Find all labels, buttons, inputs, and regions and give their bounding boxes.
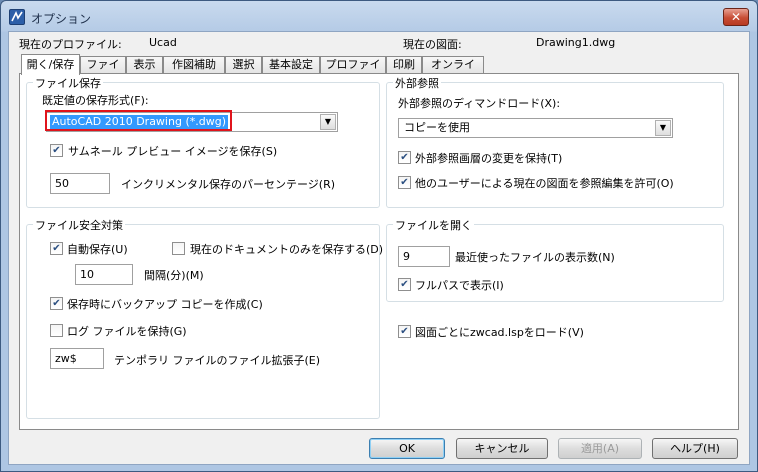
keep-layer-changes-checkbox[interactable]: ✔: [398, 151, 411, 164]
temp-extension-label: テンポラリ ファイルのファイル拡張子(E): [114, 354, 321, 367]
incremental-save-input[interactable]: 50: [50, 173, 110, 194]
allow-edit-checkbox[interactable]: ✔: [398, 176, 411, 189]
autosave-label: 自動保存(U): [67, 243, 128, 256]
full-path-label: フルパスで表示(I): [415, 279, 504, 292]
dialog-client-area: 現在のプロファイル: Ucad 現在の図面: Drawing1.dwg 開く/保…: [8, 31, 750, 465]
autosave-checkbox[interactable]: ✔: [50, 242, 63, 255]
demand-load-value: コピーを使用: [404, 121, 470, 134]
tab-files[interactable]: ファイル: [80, 56, 126, 87]
cancel-button[interactable]: キャンセル: [456, 438, 548, 459]
options-dialog: オプション ✕ 現在のプロファイル: Ucad 現在の図面: Drawing1.…: [0, 0, 758, 472]
thumbnail-checkbox[interactable]: ✔: [50, 144, 63, 157]
app-icon: [9, 9, 25, 25]
tab-selection[interactable]: 選択: [225, 56, 262, 74]
tab-drafting[interactable]: 作図補助: [163, 56, 225, 74]
tab-display[interactable]: 表示: [126, 56, 163, 74]
tab-plot[interactable]: 印刷: [386, 56, 422, 74]
backup-checkbox[interactable]: ✔: [50, 297, 63, 310]
group-title-xref: 外部参照: [393, 75, 441, 91]
window-title: オプション: [31, 12, 92, 26]
allow-edit-label: 他のユーザーによる現在の図面を参照編集を許可(O): [415, 177, 674, 190]
recent-files-count-input[interactable]: 9: [398, 246, 450, 267]
full-path-checkbox[interactable]: ✔: [398, 278, 411, 291]
load-lsp-checkbox[interactable]: ✔: [398, 325, 411, 338]
current-drawing-label: 現在の図面:: [403, 38, 462, 51]
group-title-file-safety: ファイル安全対策: [33, 217, 125, 233]
load-lsp-label: 図面ごとにzwcad.lspをロード(V): [415, 326, 584, 339]
temp-extension-input[interactable]: zw$: [50, 348, 104, 369]
tab-system[interactable]: 基本設定: [262, 56, 320, 74]
group-title-file-open: ファイルを開く: [393, 217, 474, 233]
checkmark-icon: ✔: [400, 326, 409, 337]
close-icon: ✕: [730, 10, 742, 24]
annotation-highlight-box: [45, 110, 232, 131]
log-file-checkbox[interactable]: [50, 324, 63, 337]
ok-button[interactable]: OK: [369, 438, 445, 459]
autosave-interval-input[interactable]: 10: [75, 264, 133, 285]
checkmark-icon: ✔: [52, 243, 61, 254]
chevron-down-icon[interactable]: ▼: [320, 114, 336, 130]
tab-profiles[interactable]: プロファイル: [320, 56, 386, 87]
apply-button[interactable]: 適用(A): [558, 438, 642, 459]
checkmark-icon: ✔: [400, 177, 409, 188]
recent-files-count-label: 最近使ったファイルの表示数(N): [455, 251, 615, 264]
save-format-label: 既定値の保存形式(F):: [42, 94, 149, 107]
current-drawing-value: Drawing1.dwg: [536, 36, 616, 49]
tab-open-save[interactable]: 開く/保存: [21, 54, 80, 75]
keep-layer-changes-label: 外部参照画層の変更を保持(T): [415, 152, 563, 165]
current-profile-label: 現在のプロファイル:: [19, 38, 122, 51]
tab-panel-open-save: ファイル保存 既定値の保存形式(F): AutoCAD 2010 Drawing…: [19, 73, 739, 430]
checkmark-icon: ✔: [52, 145, 61, 156]
close-button[interactable]: ✕: [723, 8, 749, 26]
checkmark-icon: ✔: [400, 152, 409, 163]
current-profile-value: Ucad: [149, 36, 177, 49]
demand-load-select[interactable]: コピーを使用 ▼: [398, 118, 673, 138]
backup-label: 保存時にバックアップ コピーを作成(C): [67, 298, 263, 311]
log-file-label: ログ ファイルを保持(G): [67, 325, 187, 338]
chevron-down-icon[interactable]: ▼: [655, 120, 671, 136]
current-doc-only-label: 現在のドキュメントのみを保存する(D): [190, 243, 384, 256]
group-title-file-save: ファイル保存: [33, 75, 103, 91]
autosave-interval-label: 間隔(分)(M): [144, 269, 204, 282]
checkmark-icon: ✔: [400, 279, 409, 290]
thumbnail-label: サムネール プレビュー イメージを保存(S): [68, 145, 278, 158]
tab-online[interactable]: オンライン: [422, 56, 484, 87]
current-doc-only-checkbox[interactable]: [172, 242, 185, 255]
title-bar[interactable]: オプション ✕: [1, 1, 757, 33]
demand-load-label: 外部参照のディマンドロード(X):: [398, 97, 561, 110]
help-button[interactable]: ヘルプ(H): [652, 438, 738, 459]
checkmark-icon: ✔: [52, 298, 61, 309]
incremental-save-label: インクリメンタル保存のパーセンテージ(R): [121, 178, 336, 191]
